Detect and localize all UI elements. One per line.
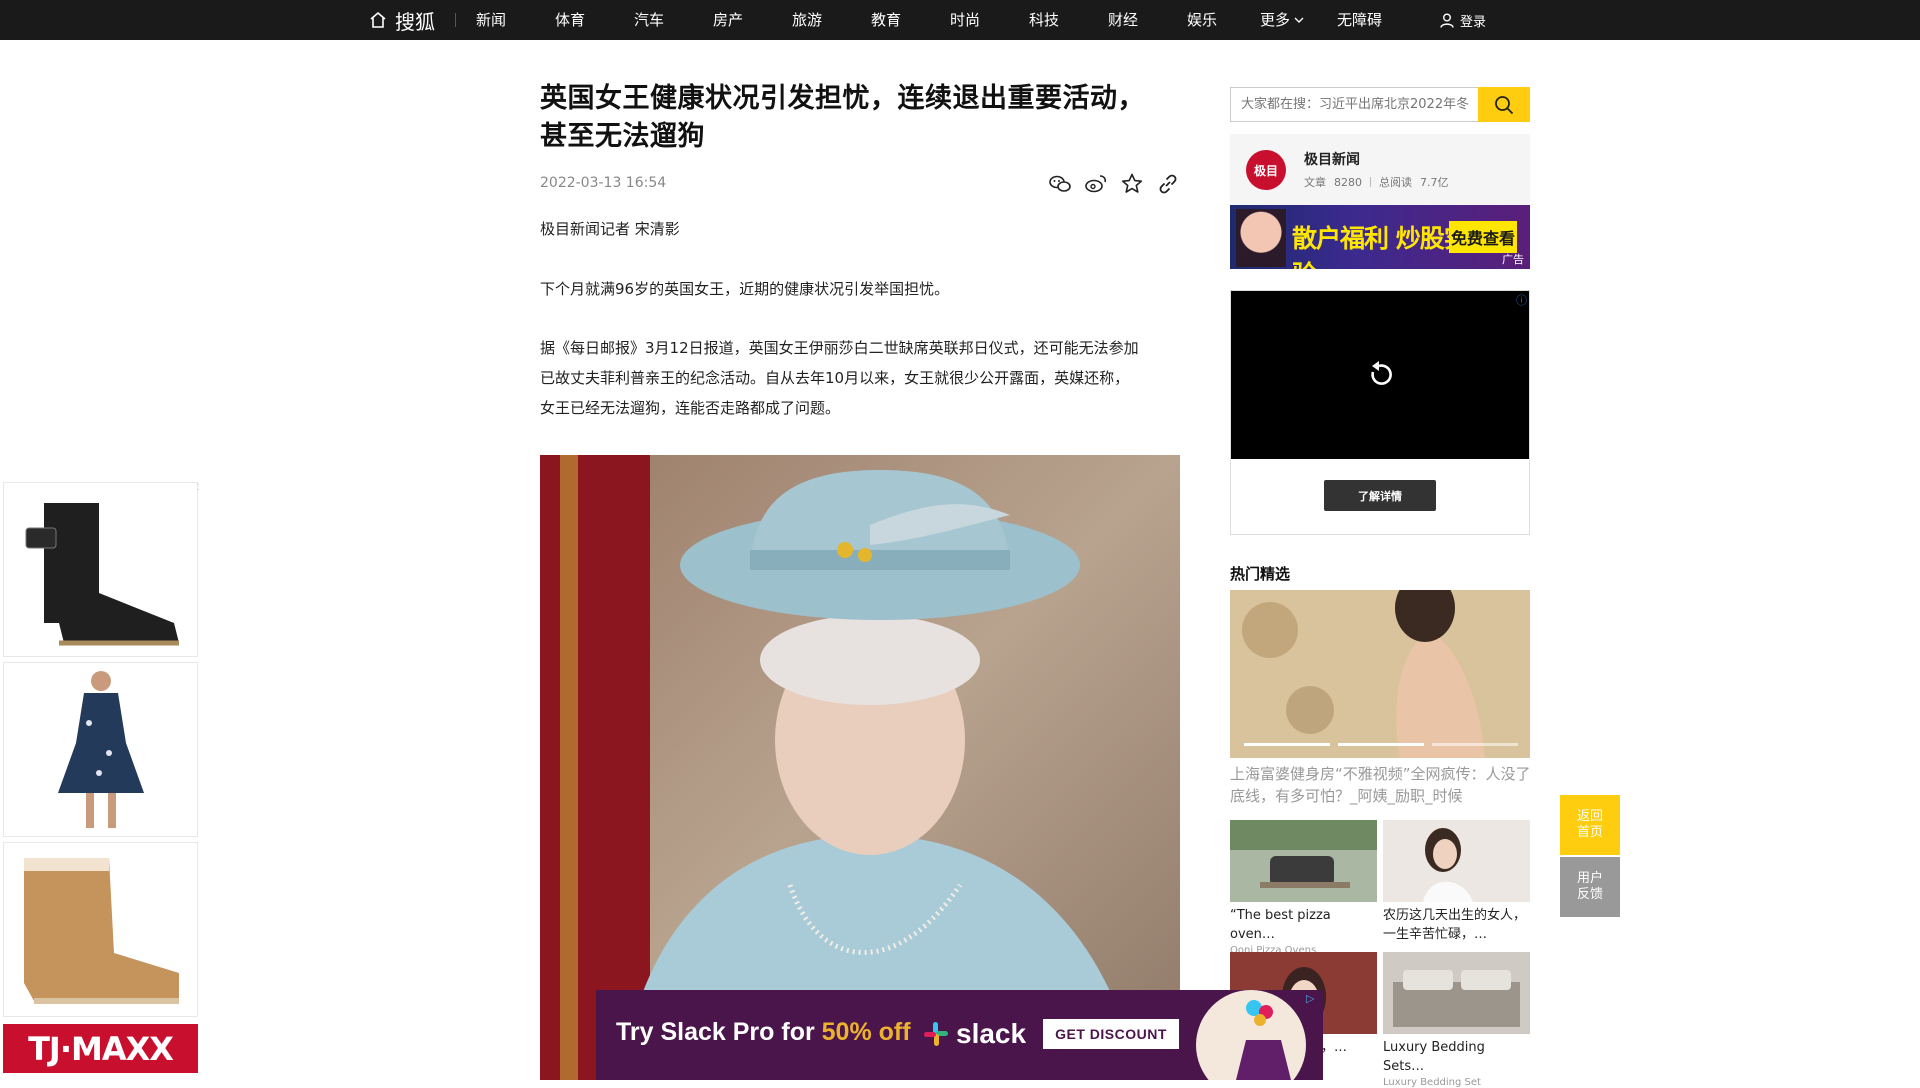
rec-title: Luxury Bedding Sets…	[1383, 1040, 1485, 1074]
rec-source: Luxury Bedding Set	[1383, 1077, 1481, 1088]
slack-logo: slack	[922, 1018, 1026, 1050]
slack-ad-illustration	[1196, 990, 1306, 1080]
site-logo-text: 搜狐	[395, 9, 435, 34]
back-home-button[interactable]: 返回首页	[1560, 795, 1620, 855]
nav-item-education[interactable]: 教育	[871, 0, 901, 40]
login-button[interactable]: 登录	[1440, 0, 1486, 40]
author-avatar[interactable]: 极目	[1246, 150, 1286, 190]
video-player[interactable]	[1231, 291, 1529, 459]
rec-title: “The best pizza oven…	[1230, 908, 1331, 942]
nav-item-sports[interactable]: 体育	[555, 0, 585, 40]
rec-item[interactable]: Luxury Bedding Sets… Luxury Bedding Set	[1383, 952, 1530, 1088]
weibo-share-icon[interactable]	[1084, 172, 1108, 196]
nav-item-auto[interactable]: 汽车	[634, 0, 664, 40]
tjmaxx-ad[interactable]: ⓘ ✕ TJ·MAXX	[0, 480, 200, 1080]
search-box	[1230, 87, 1530, 122]
publish-date: 2022-03-13 16:54	[540, 175, 667, 191]
rec-item[interactable]: “The best pizza oven… Ooni Pizza Ovens	[1230, 820, 1377, 956]
carousel-dot-2[interactable]	[1338, 743, 1424, 746]
reads-count: 7.7亿	[1420, 176, 1449, 189]
reporter-line: 极目新闻记者 宋清影	[540, 220, 680, 238]
nav-item-tech[interactable]: 科技	[1029, 0, 1059, 40]
search-button[interactable]	[1478, 87, 1530, 122]
nav-item-accessibility[interactable]: 无障碍	[1337, 0, 1382, 40]
top-nav: 搜狐 新闻 体育 汽车 房产 旅游 教育 时尚 科技 财经 娱乐 更多 无障碍 …	[0, 0, 1920, 40]
article-photo	[540, 455, 1180, 1080]
carousel-dot-1[interactable]	[1244, 743, 1330, 746]
share-bar	[1048, 172, 1180, 196]
article-title: 英国女王健康状况引发担忧，连续退出重要活动， 甚至无法遛狗	[540, 80, 1180, 156]
home-link[interactable]: 搜狐	[369, 0, 435, 40]
feedback-label: 用户反馈	[1576, 871, 1603, 902]
paragraph-2-line-2: 已故丈夫菲利普亲王的纪念活动。自从去年10月以来，女王就很少公开露面，英媒还称，	[540, 369, 1130, 387]
article-paragraph-2: 据《每日邮报》3月12日报道，英国女王伊丽莎白二世缺席英联邦日仪式，还可能无法参…	[540, 333, 1180, 423]
ad-product-dress[interactable]	[3, 662, 198, 837]
feedback-button[interactable]: 用户反馈	[1560, 857, 1620, 917]
article-meta: 2022-03-13 16:54	[540, 172, 1180, 202]
article-title-line2: 甚至无法遛狗	[540, 121, 705, 152]
ad-product-boot[interactable]	[3, 482, 198, 657]
ad-info-icon[interactable]: ⓘ	[1516, 292, 1527, 308]
nav-item-travel[interactable]: 旅游	[792, 0, 822, 40]
carousel-image	[1230, 590, 1530, 758]
learn-more-button[interactable]: 了解详情	[1324, 480, 1436, 511]
login-label: 登录	[1460, 14, 1487, 30]
get-discount-button[interactable]: GET DISCOUNT	[1043, 1019, 1179, 1049]
ad-product-slipper-boot[interactable]	[3, 842, 198, 1017]
slack-ad-text: Try Slack Pro for 50% off	[616, 1018, 911, 1047]
ad-banner-cta[interactable]: 免费查看	[1449, 221, 1517, 253]
replay-icon[interactable]	[1365, 360, 1395, 390]
slack-ad-text-pre: Try Slack Pro for	[616, 1018, 822, 1046]
stock-ad-banner[interactable]: 散户福利 炒股实战经验 免费查看 广告	[1230, 205, 1530, 269]
back-home-label: 返回首页	[1576, 809, 1603, 840]
nav-divider	[455, 13, 456, 27]
ad-tag: 广告	[1502, 253, 1524, 266]
article-paragraph-1: 下个月就满96岁的英国女王，近期的健康状况引发举国担忧。	[540, 280, 950, 298]
rec-image-woman	[1383, 820, 1530, 902]
user-icon	[1440, 13, 1454, 28]
nav-item-news[interactable]: 新闻	[476, 0, 506, 40]
hot-picks-caption[interactable]: 上海富婆健身房“不雅视频”全网疯传：人没了底线，有多可怕？_阿姨_励职_时候	[1230, 763, 1532, 807]
nav-more-label: 更多	[1260, 11, 1291, 29]
slack-mark-icon	[924, 1022, 948, 1046]
nav-item-entertainment[interactable]: 娱乐	[1187, 0, 1217, 40]
favorite-star-icon[interactable]	[1120, 172, 1144, 196]
home-icon	[370, 11, 386, 28]
nav-item-finance[interactable]: 财经	[1108, 0, 1138, 40]
rec-image-bedding	[1383, 952, 1530, 1034]
chevron-down-icon	[1294, 17, 1304, 23]
search-icon	[1495, 95, 1514, 114]
author-name[interactable]: 极目新闻	[1304, 149, 1360, 169]
slack-logo-text: slack	[956, 1018, 1027, 1049]
stats-divider	[1370, 177, 1371, 187]
carousel-indicators	[1244, 743, 1518, 746]
article: 英国女王健康状况引发担忧，连续退出重要活动， 甚至无法遛狗 2022-03-13…	[540, 80, 1180, 423]
carousel-dot-3[interactable]	[1432, 743, 1518, 746]
rec-title: 农历这几天出生的女人，一生辛苦忙碌，…	[1383, 908, 1527, 942]
wechat-share-icon[interactable]	[1048, 172, 1072, 196]
paragraph-2-line-1: 据《每日邮报》3月12日报道，英国女王伊丽莎白二世缺席英联邦日仪式，还可能无法参…	[540, 339, 1139, 357]
nav-item-fashion[interactable]: 时尚	[950, 0, 980, 40]
reads-label: 总阅读	[1379, 176, 1412, 189]
hot-picks-title: 热门精选	[1230, 565, 1291, 583]
rec-image-pizza-oven	[1230, 820, 1377, 902]
nav-more-menu[interactable]: 更多	[1260, 0, 1304, 40]
author-stats: 文章 8280 总阅读 7.7亿	[1304, 174, 1449, 190]
slack-ad-discount: 50% off	[821, 1018, 911, 1046]
articles-label: 文章	[1304, 176, 1326, 189]
nav-item-realestate[interactable]: 房产	[713, 0, 743, 40]
search-input[interactable]	[1231, 88, 1481, 121]
articles-count: 8280	[1334, 175, 1362, 189]
copy-link-icon[interactable]	[1156, 172, 1180, 196]
rec-item[interactable]: 农历这几天出生的女人，一生辛苦忙碌，…	[1383, 820, 1530, 945]
slack-ad[interactable]: Try Slack Pro for 50% off slack GET DISC…	[596, 990, 1323, 1080]
paragraph-2-line-3: 女王已经无法遛狗，连能否走路都成了问题。	[540, 399, 841, 417]
hot-picks-carousel[interactable]	[1230, 590, 1530, 758]
adchoices-icon[interactable]: ▷	[1306, 992, 1320, 1006]
tjmaxx-logo[interactable]: TJ·MAXX	[3, 1024, 198, 1073]
article-title-line1: 英国女王健康状况引发担忧，连续退出重要活动，	[540, 83, 1145, 114]
ad-banner-image	[1236, 209, 1286, 267]
video-ad: ⓘ 了解详情	[1230, 290, 1530, 535]
author-card[interactable]: 极目 极目新闻 文章 8280 总阅读 7.7亿	[1230, 134, 1530, 205]
